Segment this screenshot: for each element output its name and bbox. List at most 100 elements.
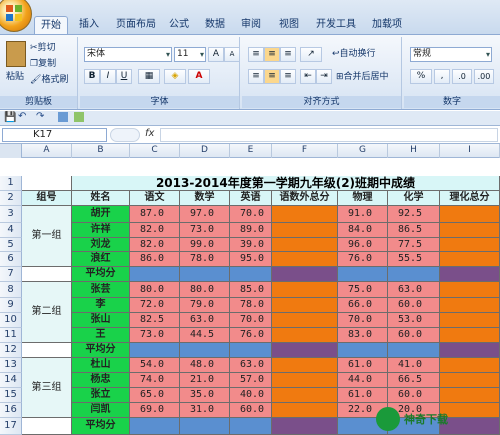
score-cell[interactable]: 55.5 [388,252,440,267]
average-label[interactable]: 平均分 [72,267,130,282]
score-cell[interactable]: 57.0 [230,373,272,388]
average-cell[interactable] [440,343,500,358]
total-cell[interactable] [272,282,338,298]
shrink-font-icon[interactable]: A [224,47,240,62]
increase-decimal-icon[interactable]: .0 [452,69,472,84]
score-cell[interactable]: 63.0 [388,282,440,298]
average-cell[interactable] [272,343,338,358]
number-format-combo[interactable]: 常规 [410,47,492,62]
student-name[interactable]: 胡开 [72,206,130,223]
average-cell[interactable] [230,267,272,282]
column-title[interactable]: 英语 [230,191,272,206]
tab-data[interactable]: 数据 [200,16,230,34]
score-cell[interactable]: 53.0 [388,313,440,328]
average-cell[interactable] [272,267,338,282]
score-cell[interactable]: 92.5 [388,206,440,223]
average-label[interactable] [22,418,72,435]
column-title[interactable]: 数学 [180,191,230,206]
score-cell[interactable]: 80.0 [180,282,230,298]
total-cell[interactable] [272,252,338,267]
align-middle-icon[interactable]: ≡ [264,47,280,62]
student-name[interactable]: 闫凯 [72,403,130,418]
total-cell[interactable] [272,206,338,223]
score-cell[interactable]: 78.0 [180,252,230,267]
score-cell[interactable]: 60.0 [230,403,272,418]
select-all-corner[interactable] [0,144,22,158]
align-right-icon[interactable]: ≡ [280,69,296,84]
row-header[interactable]: 13 [0,358,22,373]
tab-home[interactable]: 开始 [34,16,68,34]
score-cell[interactable]: 79.0 [180,298,230,313]
tab-addins[interactable]: 加载项 [366,16,408,34]
score-cell[interactable]: 76.0 [230,328,272,343]
score-cell[interactable]: 73.0 [130,328,180,343]
row-header[interactable]: 4 [0,223,22,238]
score-cell[interactable]: 82.0 [130,238,180,252]
average-cell[interactable] [338,343,388,358]
score-cell[interactable]: 80.0 [130,282,180,298]
score-cell[interactable]: 66.5 [388,373,440,388]
row-header[interactable]: 1 [0,176,22,191]
average-cell[interactable] [388,343,440,358]
score-cell[interactable]: 84.0 [338,223,388,238]
student-name[interactable]: 张立 [72,388,130,403]
increase-indent-icon[interactable]: ⇥ [316,69,332,84]
average-cell[interactable] [130,418,180,435]
undo-icon[interactable]: ↶ [18,111,26,122]
student-name[interactable]: 王 [72,328,130,343]
total-cell[interactable] [440,206,500,223]
grow-font-icon[interactable]: A [208,47,224,62]
column-title[interactable]: 语数外总分 [272,191,338,206]
row-header[interactable]: 12 [0,343,22,358]
a1-blank[interactable] [22,176,72,191]
score-cell[interactable]: 21.0 [180,373,230,388]
decrease-indent-icon[interactable]: ⇤ [300,69,316,84]
score-cell[interactable]: 35.0 [180,388,230,403]
average-cell[interactable] [440,267,500,282]
score-cell[interactable]: 44.0 [338,373,388,388]
score-cell[interactable]: 54.0 [130,358,180,373]
row-header[interactable]: 2 [0,191,22,206]
underline-button[interactable]: U [116,69,132,84]
total-cell[interactable] [440,373,500,388]
student-name[interactable]: 李 [72,298,130,313]
group-label[interactable]: 第二组 [22,282,72,343]
name-box[interactable]: K17 [2,128,107,142]
column-header-b[interactable]: B [72,144,130,158]
average-cell[interactable] [180,343,230,358]
student-name[interactable]: 杨忠 [72,373,130,388]
format-painter-button[interactable]: 🖌格式刷 [30,73,68,87]
redo-icon[interactable]: ↷ [36,111,44,122]
score-cell[interactable]: 65.0 [130,388,180,403]
row-header[interactable]: 9 [0,298,22,313]
font-color-icon[interactable]: A [188,69,210,84]
score-cell[interactable]: 60.0 [388,298,440,313]
align-left-icon[interactable]: ≡ [248,69,264,84]
score-cell[interactable]: 60.0 [388,388,440,403]
tab-page-layout[interactable]: 页面布局 [110,16,162,34]
score-cell[interactable]: 69.0 [130,403,180,418]
score-cell[interactable]: 70.0 [338,313,388,328]
fill-color-icon[interactable]: ◈ [164,69,186,84]
total-cell[interactable] [272,388,338,403]
office-button[interactable] [0,0,32,32]
column-header-c[interactable]: C [130,144,180,158]
student-name[interactable]: 杜山 [72,358,130,373]
cut-button[interactable]: ✂剪切 [30,41,56,55]
score-cell[interactable]: 48.0 [180,358,230,373]
borders-icon[interactable]: ▦ [138,69,160,84]
italic-button[interactable]: I [100,69,116,84]
score-cell[interactable]: 86.0 [130,252,180,267]
percent-icon[interactable]: % [410,69,432,84]
score-cell[interactable]: 61.0 [338,358,388,373]
column-title[interactable]: 语文 [130,191,180,206]
score-cell[interactable]: 99.0 [180,238,230,252]
comma-style-icon[interactable]: , [434,69,450,84]
score-cell[interactable]: 70.0 [230,313,272,328]
column-header-h[interactable]: H [388,144,440,158]
score-cell[interactable]: 82.0 [130,223,180,238]
score-cell[interactable]: 83.0 [338,328,388,343]
average-cell[interactable] [180,267,230,282]
tab-view[interactable]: 视图 [274,16,304,34]
average-cell[interactable] [388,267,440,282]
